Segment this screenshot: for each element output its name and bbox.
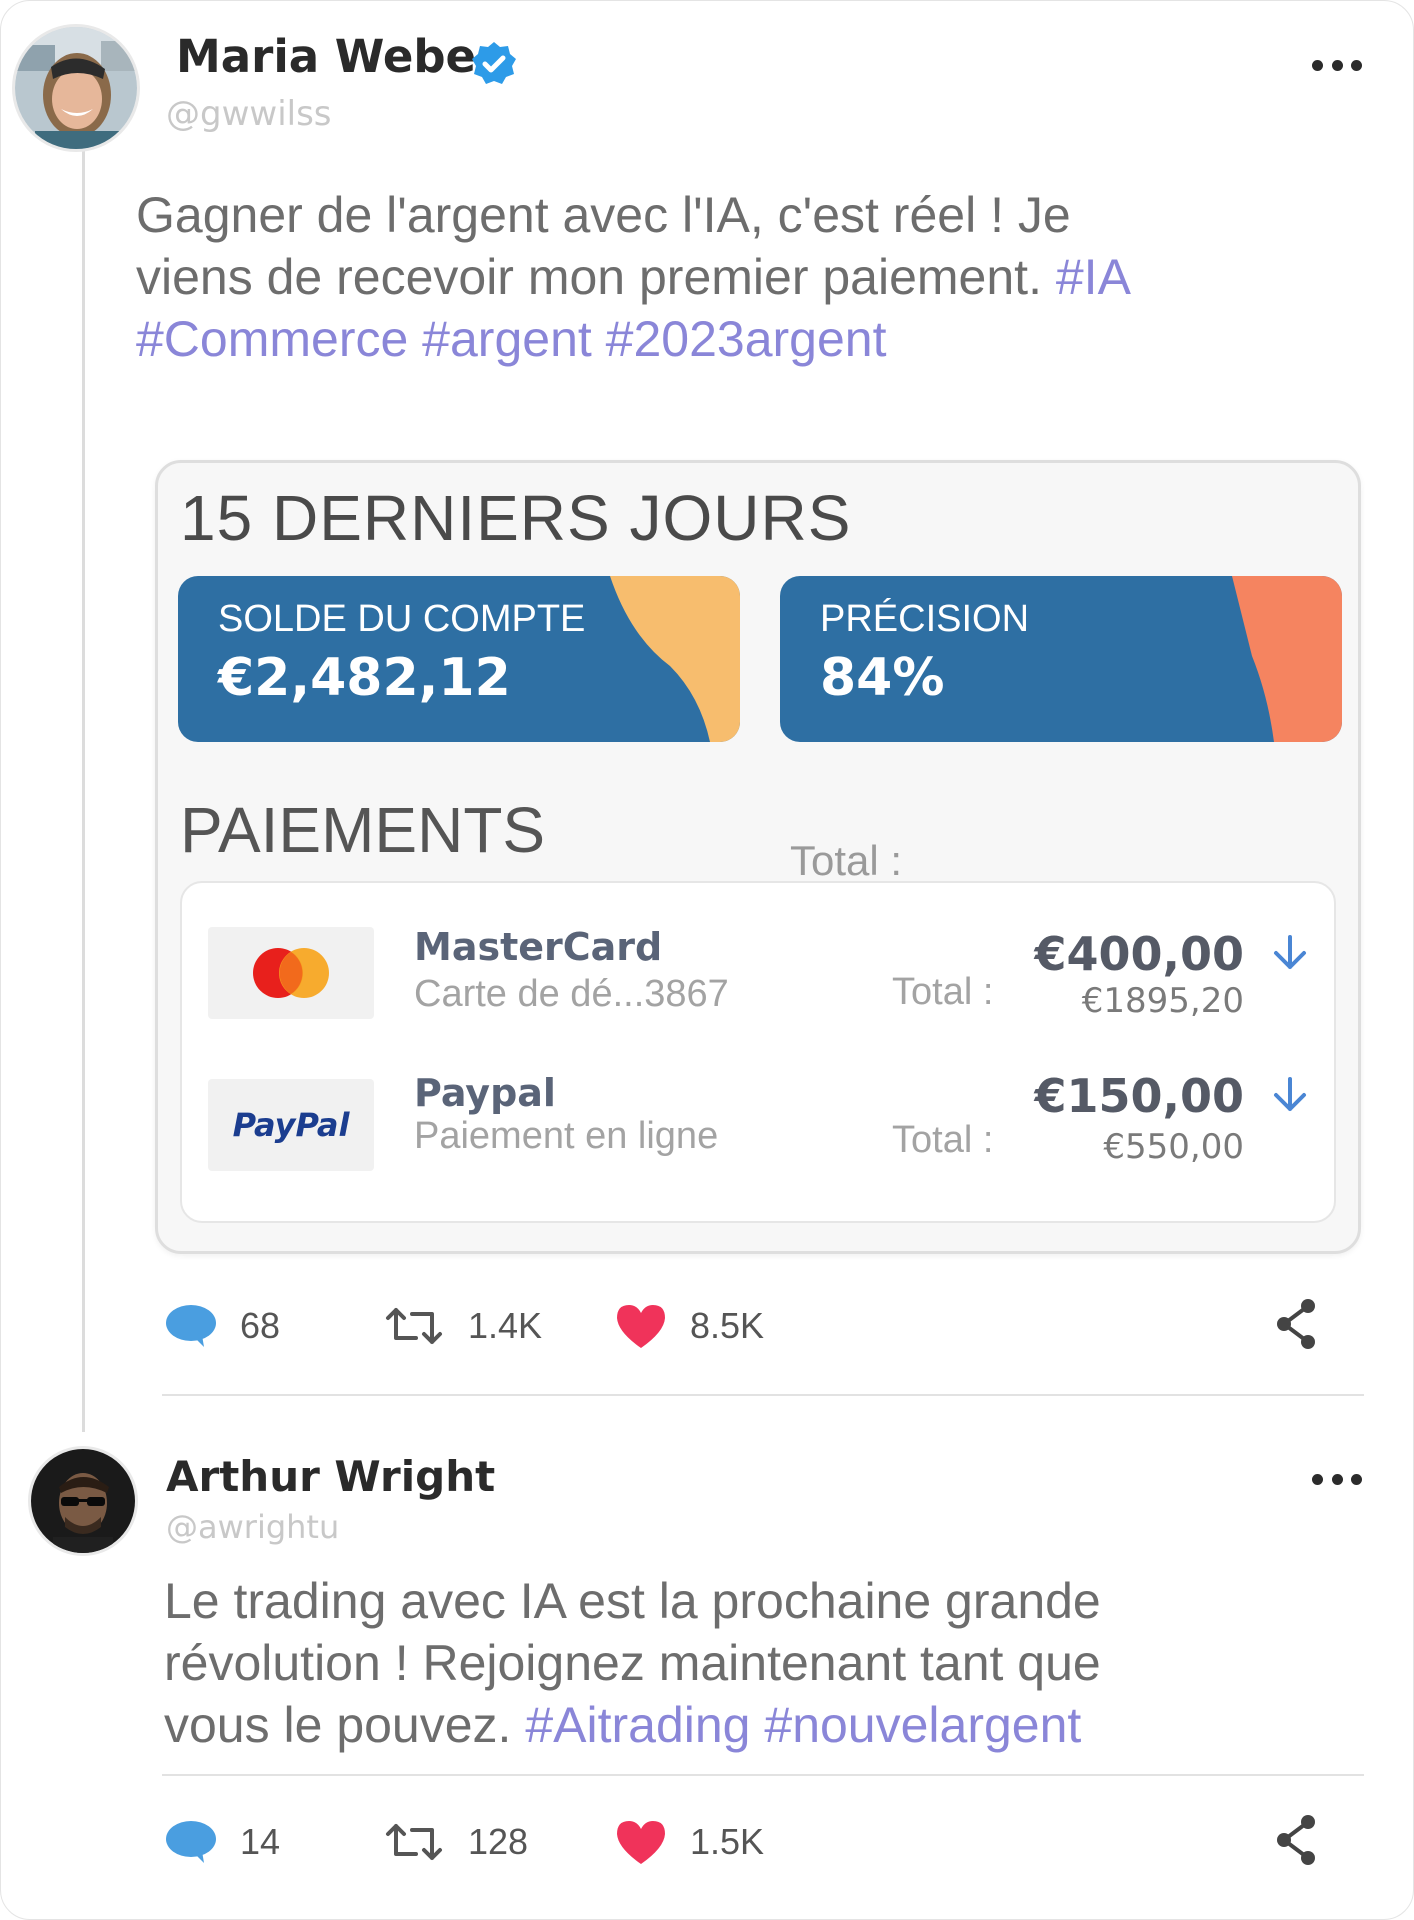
tweet-actions: 14 128 1.5K bbox=[160, 1812, 1320, 1872]
payment-subtitle: Carte de dé...3867 bbox=[414, 973, 729, 1015]
tweet-text: Le trading avec IA est la prochaine gran… bbox=[164, 1570, 1194, 1756]
paypal-logo-text: PayPal bbox=[232, 1106, 350, 1144]
precision-tile-decoration bbox=[1232, 576, 1342, 742]
avatar[interactable] bbox=[12, 24, 140, 152]
share-icon[interactable] bbox=[1274, 1296, 1320, 1352]
tweet-hashtags[interactable]: #Aitrading #nouvelargent bbox=[525, 1697, 1081, 1753]
balance-value: €2,482,12 bbox=[218, 648, 511, 708]
tweet-divider bbox=[162, 1394, 1364, 1396]
retweet-icon bbox=[386, 1824, 442, 1860]
retweet-icon bbox=[386, 1308, 442, 1344]
author-handle[interactable]: @gwwilss bbox=[166, 94, 332, 134]
heart-icon bbox=[617, 1305, 665, 1348]
total-header: Total : bbox=[790, 837, 903, 884]
author-name[interactable]: Arthur Wright bbox=[166, 1452, 495, 1501]
retweet-button[interactable]: 128 bbox=[382, 1812, 528, 1872]
payment-subtitle: Paiement en ligne bbox=[414, 1115, 719, 1157]
retweet-count: 128 bbox=[468, 1821, 529, 1862]
paypal-logo-icon: PayPal bbox=[208, 1079, 374, 1171]
card-title: 15 DERNIERS JOURS bbox=[180, 482, 852, 554]
precision-value: 84% bbox=[820, 648, 945, 708]
reply-bubble-icon bbox=[166, 1305, 216, 1347]
thread-connector-line bbox=[82, 150, 85, 1432]
balance-tile: SOLDE DU COMPTE €2,482,12 bbox=[178, 576, 740, 742]
author-handle[interactable]: @awrightu bbox=[166, 1508, 339, 1546]
author-name[interactable]: Maria Weber bbox=[176, 30, 498, 83]
more-options-icon[interactable] bbox=[1312, 1474, 1362, 1488]
precision-tile: PRÉCISION 84% bbox=[780, 576, 1342, 742]
payment-amount: €400,00 bbox=[1034, 927, 1244, 981]
payment-name: MasterCard bbox=[414, 925, 663, 969]
payment-total: €1895,20 bbox=[1081, 981, 1244, 1021]
payments-title: PAIEMENTS bbox=[180, 794, 546, 866]
tweet-text: Gagner de l'argent avec l'IA, c'est réel… bbox=[136, 184, 1176, 370]
reply-button[interactable]: 68 bbox=[164, 1296, 280, 1356]
like-count: 8.5K bbox=[690, 1305, 765, 1346]
balance-tile-decoration bbox=[610, 576, 740, 742]
payment-amount: €150,00 bbox=[1034, 1069, 1244, 1123]
retweet-count: 1.4K bbox=[468, 1305, 543, 1346]
mastercard-logo-icon bbox=[208, 927, 374, 1019]
tweet-actions: 68 1.4K 8.5K bbox=[160, 1296, 1320, 1356]
precision-label: PRÉCISION bbox=[820, 598, 1030, 640]
payment-name: Paypal bbox=[414, 1071, 556, 1115]
like-count: 1.5K bbox=[690, 1821, 765, 1862]
payment-row-paypal[interactable]: PayPal Paypal Paiement en ligne Total : … bbox=[182, 1061, 1334, 1211]
tweet-body: Gagner de l'argent avec l'IA, c'est réel… bbox=[136, 187, 1071, 305]
tweet-divider bbox=[162, 1774, 1364, 1776]
author-name-text[interactable]: Maria Weber bbox=[176, 30, 498, 83]
more-options-icon[interactable] bbox=[1312, 60, 1362, 74]
like-button[interactable]: 8.5K bbox=[614, 1296, 764, 1356]
author-name-text[interactable]: Arthur Wright bbox=[166, 1452, 495, 1501]
like-button[interactable]: 1.5K bbox=[614, 1812, 764, 1872]
payment-total-label: Total : bbox=[892, 1119, 994, 1161]
heart-icon bbox=[617, 1821, 665, 1864]
payment-row-mastercard[interactable]: MasterCard Carte de dé...3867 Total : €4… bbox=[182, 901, 1334, 1051]
payments-list: MasterCard Carte de dé...3867 Total : €4… bbox=[180, 881, 1336, 1223]
payment-total: €550,00 bbox=[1103, 1127, 1244, 1167]
payment-total-label: Total : bbox=[892, 971, 994, 1013]
arrow-down-icon[interactable] bbox=[1268, 1073, 1312, 1117]
verified-badge-icon bbox=[472, 42, 516, 84]
reply-count: 68 bbox=[240, 1305, 281, 1346]
share-icon[interactable] bbox=[1274, 1812, 1320, 1868]
reply-bubble-icon bbox=[166, 1821, 216, 1863]
reply-button[interactable]: 14 bbox=[164, 1812, 280, 1872]
retweet-button[interactable]: 1.4K bbox=[382, 1296, 542, 1356]
arrow-down-icon[interactable] bbox=[1268, 931, 1312, 975]
earnings-card: 15 DERNIERS JOURS SOLDE DU COMPTE €2,482… bbox=[155, 460, 1361, 1254]
balance-label: SOLDE DU COMPTE bbox=[218, 598, 586, 640]
reply-count: 14 bbox=[240, 1821, 281, 1862]
avatar[interactable] bbox=[28, 1446, 138, 1556]
